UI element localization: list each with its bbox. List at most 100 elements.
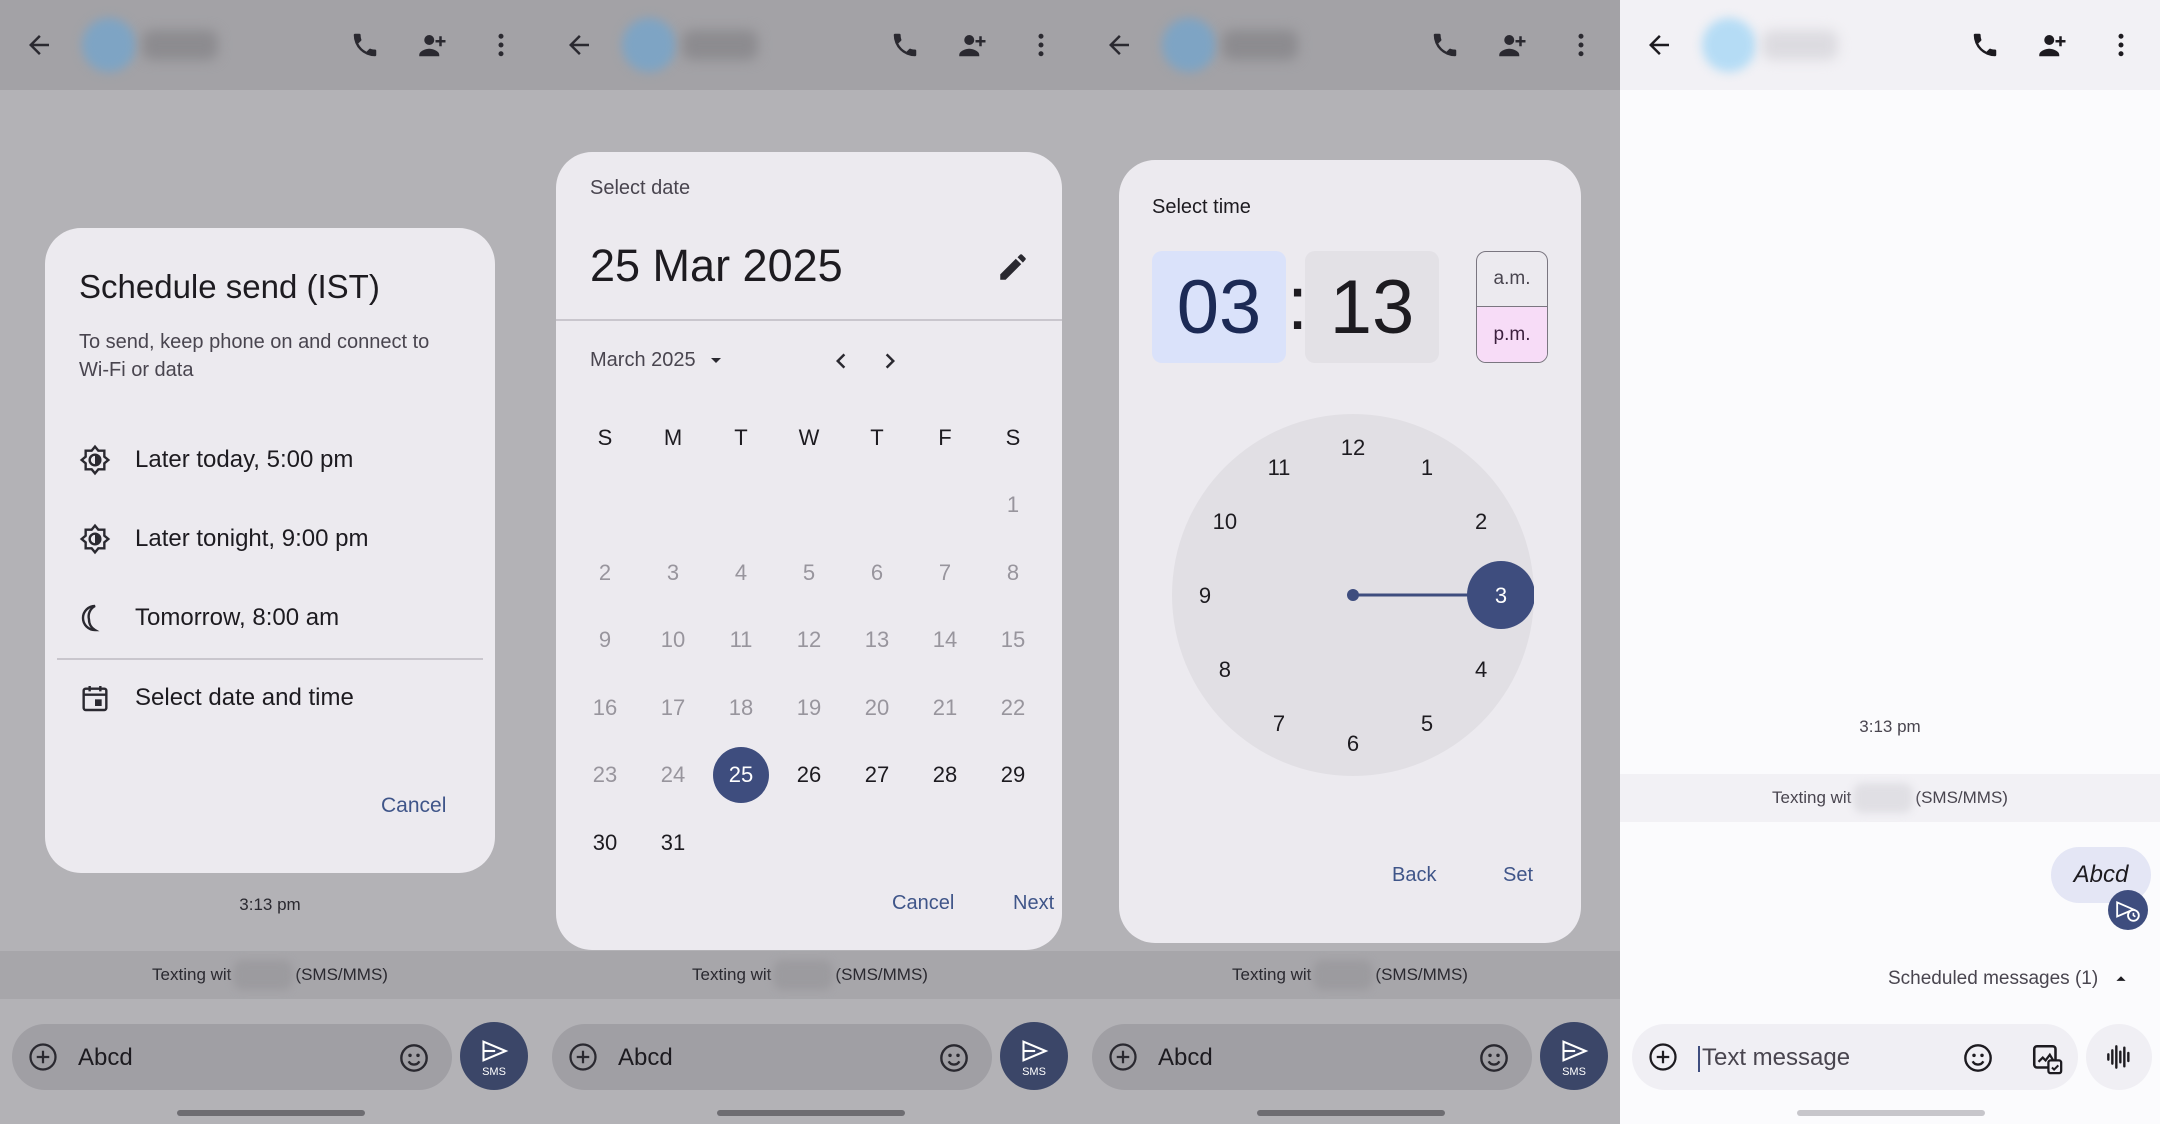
emoji-icon[interactable] <box>938 1042 970 1074</box>
option-tomorrow[interactable]: Tomorrow, 8:00 am <box>79 598 339 638</box>
back-button[interactable]: Back <box>1392 864 1436 887</box>
nav-handle[interactable] <box>1797 1110 1985 1116</box>
clock-dial[interactable]: 12 1 2 3 4 5 6 7 8 9 10 11 <box>1172 414 1534 776</box>
am-toggle[interactable]: a.m. <box>1477 252 1547 307</box>
gallery-icon[interactable] <box>2030 1042 2064 1076</box>
send-sms-button[interactable]: SMS <box>460 1022 528 1090</box>
option-select-date-time[interactable]: Select date and time <box>79 678 354 718</box>
calendar-day[interactable]: 27 <box>843 742 911 810</box>
compose-text[interactable]: Abcd <box>1158 1044 1213 1072</box>
more-vert-icon[interactable] <box>480 24 522 66</box>
avatar[interactable] <box>1162 18 1216 72</box>
add-person-icon[interactable] <box>412 24 454 66</box>
calendar-icon <box>82 686 108 712</box>
back-arrow-icon[interactable] <box>558 24 600 66</box>
more-vert-icon[interactable] <box>1560 24 1602 66</box>
cancel-button[interactable]: Cancel <box>381 794 446 818</box>
compose-field[interactable]: Abcd <box>552 1024 992 1090</box>
scheduled-messages-toggle[interactable]: Scheduled messages (1) <box>1888 968 2132 990</box>
compose-text[interactable]: Abcd <box>78 1044 133 1072</box>
option-later-today[interactable]: Later today, 5:00 pm <box>79 440 353 480</box>
nav-handle[interactable] <box>1257 1110 1445 1116</box>
more-vert-icon[interactable] <box>1020 24 1062 66</box>
avatar[interactable] <box>1702 18 1756 72</box>
voice-message-button[interactable] <box>2086 1024 2152 1090</box>
add-circle-icon[interactable] <box>1648 1042 1678 1072</box>
month-selector[interactable]: March 2025 <box>590 348 728 372</box>
calendar-day[interactable]: 31 <box>639 809 707 877</box>
more-vert-icon[interactable] <box>2100 24 2142 66</box>
option-later-tonight[interactable]: Later tonight, 9:00 pm <box>79 519 368 559</box>
send-sms-button[interactable]: SMS <box>1000 1022 1068 1090</box>
divider <box>556 319 1062 321</box>
contact-name[interactable] <box>682 30 758 60</box>
message-timestamp: 3:13 pm <box>239 895 301 914</box>
set-button[interactable]: Set <box>1503 864 1533 887</box>
send-icon <box>1022 1039 1049 1062</box>
clock-number[interactable]: 4 <box>1475 657 1487 682</box>
message-placeholder: Text message <box>1702 1044 1851 1071</box>
add-person-icon[interactable] <box>1492 24 1534 66</box>
clock-number[interactable]: 2 <box>1475 509 1487 534</box>
nav-handle[interactable] <box>177 1110 365 1116</box>
clock-number[interactable]: 3 <box>1495 583 1507 608</box>
emoji-icon[interactable] <box>398 1042 430 1074</box>
chevron-left-icon[interactable] <box>826 346 856 376</box>
calendar-day: 19 <box>796 694 822 720</box>
back-arrow-icon[interactable] <box>1638 24 1680 66</box>
nav-handle[interactable] <box>717 1110 905 1116</box>
clock-number[interactable]: 8 <box>1219 657 1231 682</box>
contact-name[interactable] <box>1762 30 1838 60</box>
contact-name[interactable] <box>142 30 218 60</box>
clock-number[interactable]: 7 <box>1273 711 1285 736</box>
chevron-right-icon[interactable] <box>875 346 905 376</box>
message-input[interactable]: Text message <box>1698 1044 1850 1072</box>
calendar-day[interactable]: 26 <box>775 742 843 810</box>
emoji-icon[interactable] <box>1962 1042 1994 1074</box>
calendar-day[interactable]: 29 <box>979 742 1047 810</box>
dialog-label: Select time <box>1152 196 1251 218</box>
minute-field[interactable]: 13 <box>1305 251 1439 363</box>
phone-icon[interactable] <box>1964 24 2006 66</box>
phone-icon[interactable] <box>1424 24 1466 66</box>
add-circle-icon[interactable] <box>568 1042 598 1072</box>
scheduled-send-icon[interactable] <box>2108 890 2148 930</box>
pm-toggle[interactable]: p.m. <box>1477 307 1547 362</box>
back-arrow-icon[interactable] <box>18 24 60 66</box>
edit-pencil-icon[interactable] <box>996 250 1030 284</box>
clock-number[interactable]: 10 <box>1213 509 1237 534</box>
calendar-day[interactable]: 30 <box>571 809 639 877</box>
calendar-day[interactable]: 25 <box>707 742 775 810</box>
option-label: Tomorrow, 8:00 am <box>135 604 340 631</box>
compose-field[interactable]: Text message <box>1632 1024 2078 1090</box>
emoji-icon[interactable] <box>1478 1042 1510 1074</box>
add-person-icon[interactable] <box>952 24 994 66</box>
phone-icon[interactable] <box>884 24 926 66</box>
add-circle-icon[interactable] <box>1108 1042 1138 1072</box>
screen-conversation: 3:13 pm Texting wit (SMS/MMS) Abcd Sched… <box>1620 0 2160 1124</box>
back-arrow-icon[interactable] <box>1098 24 1140 66</box>
calendar-day[interactable]: 28 <box>911 742 979 810</box>
clock-number[interactable]: 11 <box>1268 455 1291 480</box>
hour-field[interactable]: 03 <box>1152 251 1286 363</box>
compose-field[interactable]: Abcd <box>12 1024 452 1090</box>
add-person-icon[interactable] <box>2032 24 2074 66</box>
avatar[interactable] <box>622 18 676 72</box>
clock-number[interactable]: 1 <box>1421 455 1433 480</box>
avatar[interactable] <box>82 18 136 72</box>
clock-number[interactable]: 5 <box>1421 711 1433 736</box>
compose-text[interactable]: Abcd <box>618 1044 673 1072</box>
clock-number[interactable]: 12 <box>1341 435 1365 460</box>
dialog-subtitle: To send, keep phone on and connect to Wi… <box>79 331 430 381</box>
calendar-day: 10 <box>660 627 686 653</box>
contact-name[interactable] <box>1222 30 1298 60</box>
cancel-button[interactable]: Cancel <box>892 892 954 915</box>
texting-suffix: (SMS/MMS) <box>295 965 388 984</box>
next-button[interactable]: Next <box>1013 892 1054 915</box>
clock-number[interactable]: 6 <box>1347 731 1359 756</box>
send-sms-button[interactable]: SMS <box>1540 1022 1608 1090</box>
phone-icon[interactable] <box>344 24 386 66</box>
clock-number[interactable]: 9 <box>1199 583 1211 608</box>
add-circle-icon[interactable] <box>28 1042 58 1072</box>
compose-field[interactable]: Abcd <box>1092 1024 1532 1090</box>
